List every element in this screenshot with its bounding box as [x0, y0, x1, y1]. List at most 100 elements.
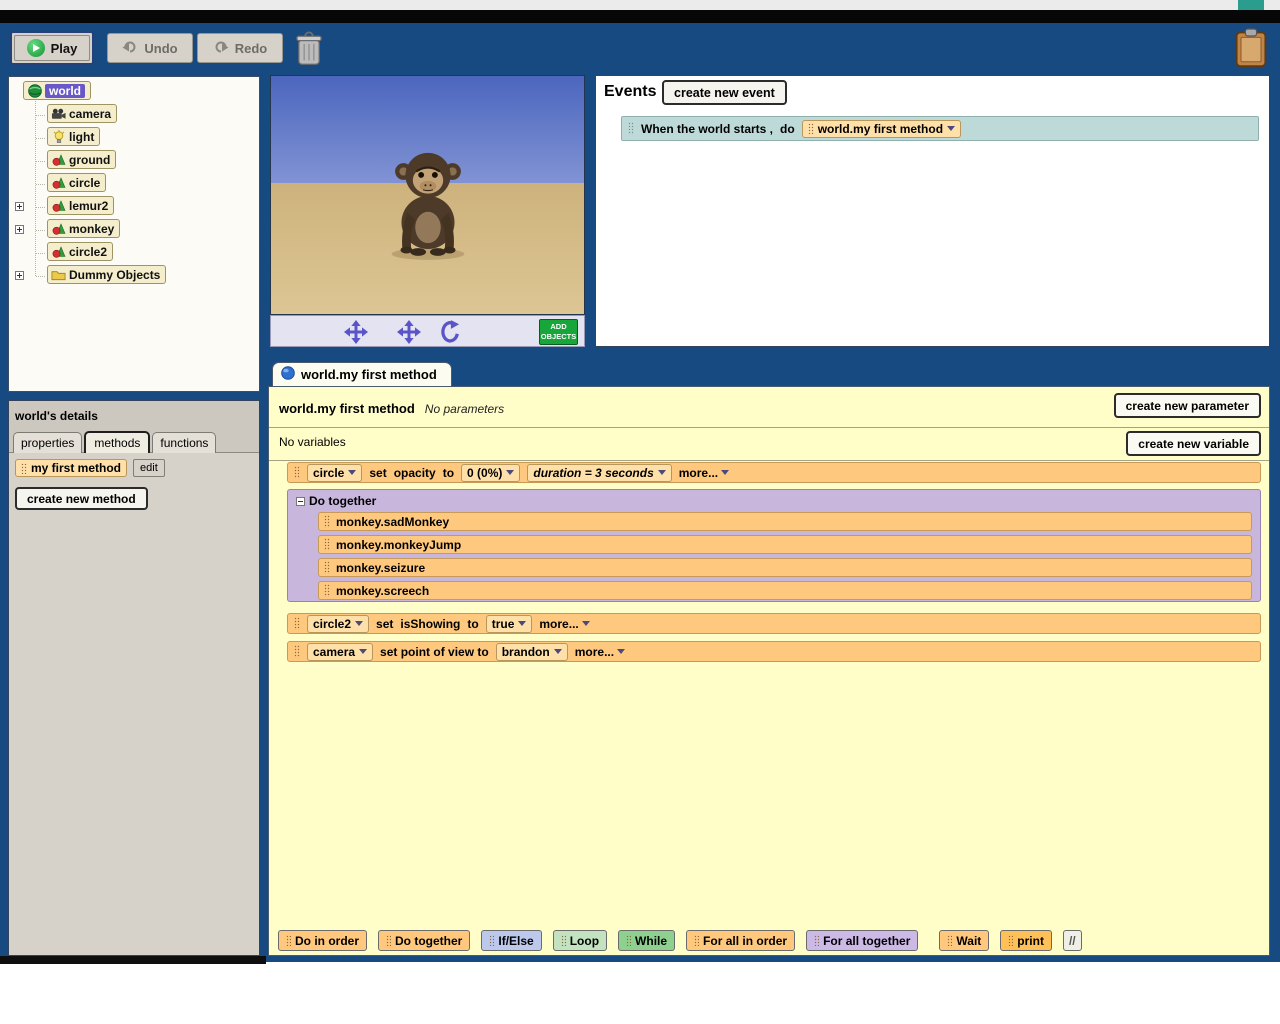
tile-grip — [814, 935, 820, 946]
tile-label: For all in order — [703, 933, 788, 948]
camera-rotate-control[interactable] — [439, 319, 461, 345]
value-dropdown-opacity[interactable]: 0 (0%) — [461, 463, 521, 482]
statement-drag-handle[interactable] — [324, 584, 330, 597]
statement-circle-set-opacity[interactable]: circle set opacity to 0 (0%) duration = … — [287, 462, 1261, 483]
statement-drag-handle[interactable] — [324, 515, 330, 528]
duration-dropdown[interactable]: duration = 3 seconds — [527, 463, 672, 482]
tile-if-else[interactable]: If/Else — [481, 930, 542, 951]
tab-functions[interactable]: functions — [152, 432, 217, 453]
object-dropdown-circle2[interactable]: circle2 — [307, 614, 370, 633]
tree-item-light[interactable]: light — [47, 127, 101, 146]
tree-item-monkey[interactable]: monkey — [47, 219, 121, 238]
do-together-block[interactable]: Do together monkey.sadMonkey monkey.monk… — [287, 489, 1261, 602]
redo-button[interactable]: Redo — [197, 33, 283, 63]
tile-print[interactable]: print — [1000, 930, 1052, 951]
tile-for-all-together[interactable]: For all together — [806, 930, 919, 951]
statement-drag-handle[interactable] — [294, 466, 300, 479]
expand-toggle-lemur2[interactable] — [15, 202, 24, 211]
statement-drag-handle[interactable] — [294, 617, 300, 630]
statement-monkey-screech[interactable]: monkey.screech — [318, 581, 1252, 600]
tree-item-circle[interactable]: circle — [47, 173, 107, 192]
statement-label: monkey.monkeyJump — [336, 537, 462, 552]
tile-wait[interactable]: Wait — [939, 930, 990, 951]
tree-item-label: world — [45, 83, 85, 98]
statement-monkey-monkeyjump[interactable]: monkey.monkeyJump — [318, 535, 1252, 554]
tile-for-all-in-order[interactable]: For all in order — [686, 930, 796, 951]
clipboard-button[interactable] — [1234, 28, 1268, 68]
method-list-row: my first method edit — [15, 459, 165, 477]
statement-monkey-sadmonkey[interactable]: monkey.sadMonkey — [318, 512, 1252, 531]
add-objects-button[interactable]: ADD OBJECTS — [539, 319, 578, 345]
clipboard-icon — [1234, 28, 1268, 72]
tab-properties[interactable]: properties — [13, 432, 83, 453]
value-dropdown-isshowing[interactable]: true — [485, 614, 533, 633]
statement-drag-handle[interactable] — [324, 561, 330, 574]
tile-label: // — [1068, 933, 1076, 948]
camera-pan-control[interactable] — [396, 319, 422, 345]
more-dropdown[interactable]: more... — [575, 645, 626, 659]
divider — [269, 427, 1269, 428]
tree-item-lemur2[interactable]: lemur2 — [47, 196, 115, 215]
object-icon — [51, 245, 66, 258]
play-icon — [26, 39, 45, 57]
trash-button[interactable] — [295, 31, 323, 67]
value-dropdown-pov[interactable]: brandon — [495, 642, 568, 661]
redo-arrow-icon — [213, 40, 229, 57]
tile-grip — [489, 935, 495, 946]
statement-monkey-seizure[interactable]: monkey.seizure — [318, 558, 1252, 577]
tree-item-dummy-objects[interactable]: Dummy Objects — [47, 265, 167, 284]
chevron-down-icon — [553, 649, 562, 654]
statement-tiles-bar: Do in order Do together If/Else Loop Whi… — [278, 930, 1082, 951]
camera-move-control[interactable] — [343, 319, 369, 345]
tree-item-ground[interactable]: ground — [47, 150, 117, 169]
tile-label: Do in order — [295, 933, 360, 948]
create-new-variable-button[interactable]: create new variable — [1126, 431, 1261, 456]
event-method-dropdown[interactable]: world.my first method — [801, 119, 962, 138]
more-dropdown[interactable]: more... — [679, 466, 730, 480]
tree-connector-line — [36, 184, 45, 185]
tile-do-in-order[interactable]: Do in order — [278, 930, 368, 951]
tile-do-together[interactable]: Do together — [378, 930, 471, 951]
keyword-set: set — [369, 465, 387, 480]
camera-icon — [51, 107, 66, 120]
do-together-label: Do together — [309, 494, 377, 508]
statement-camera-set-pov[interactable]: camera set point of view to brandon more… — [287, 641, 1261, 662]
details-tabs: properties methods functions — [13, 431, 217, 453]
tree-item-label: circle2 — [69, 244, 108, 259]
tab-methods[interactable]: methods — [84, 431, 151, 453]
undo-button[interactable]: Undo — [107, 33, 193, 63]
tile-while[interactable]: While — [618, 930, 676, 951]
object-dropdown-circle[interactable]: circle — [307, 463, 363, 482]
tile-grip — [947, 935, 953, 946]
tree-item-camera[interactable]: camera — [47, 104, 118, 123]
event-when-world-starts[interactable]: When the world starts , do world.my firs… — [621, 116, 1259, 141]
events-title: Events — [604, 83, 657, 100]
tree-connector-line — [36, 138, 45, 139]
tile-loop[interactable]: Loop — [552, 930, 608, 951]
keyword-set: set — [376, 616, 394, 631]
create-new-event-button[interactable]: create new event — [662, 80, 787, 105]
tile-comment[interactable]: // — [1062, 930, 1082, 951]
collapse-toggle[interactable] — [296, 496, 305, 506]
tree-item-world[interactable]: world — [23, 81, 91, 100]
expand-toggle-monkey[interactable] — [15, 225, 24, 234]
create-new-method-button[interactable]: create new method — [15, 487, 148, 510]
tree-item-circle2[interactable]: circle2 — [47, 242, 114, 261]
object-dropdown-camera[interactable]: camera — [307, 642, 374, 661]
phrase-set-point-of-view: set point of view to — [380, 644, 489, 659]
more-dropdown[interactable]: more... — [539, 617, 590, 631]
event-drag-handle[interactable] — [628, 122, 634, 135]
statement-drag-handle[interactable] — [324, 538, 330, 551]
chevron-down-icon — [721, 470, 730, 475]
tile-grip — [626, 935, 632, 946]
create-new-parameter-button[interactable]: create new parameter — [1113, 393, 1261, 418]
statement-circle2-set-isshowing[interactable]: circle2 set isShowing to true more... — [287, 613, 1261, 634]
duration-dropdown-label: duration = 3 seconds — [533, 465, 654, 480]
statement-drag-handle[interactable] — [294, 645, 300, 658]
edit-method-button[interactable]: edit — [133, 459, 165, 477]
expand-toggle-dummy-objects[interactable] — [15, 271, 24, 280]
play-button[interactable]: Play — [14, 35, 90, 61]
editor-tab-world-my-first-method[interactable]: world.my first method — [272, 362, 452, 386]
scene-viewport[interactable] — [270, 75, 585, 315]
method-tile-my-first-method[interactable]: my first method — [15, 459, 128, 477]
